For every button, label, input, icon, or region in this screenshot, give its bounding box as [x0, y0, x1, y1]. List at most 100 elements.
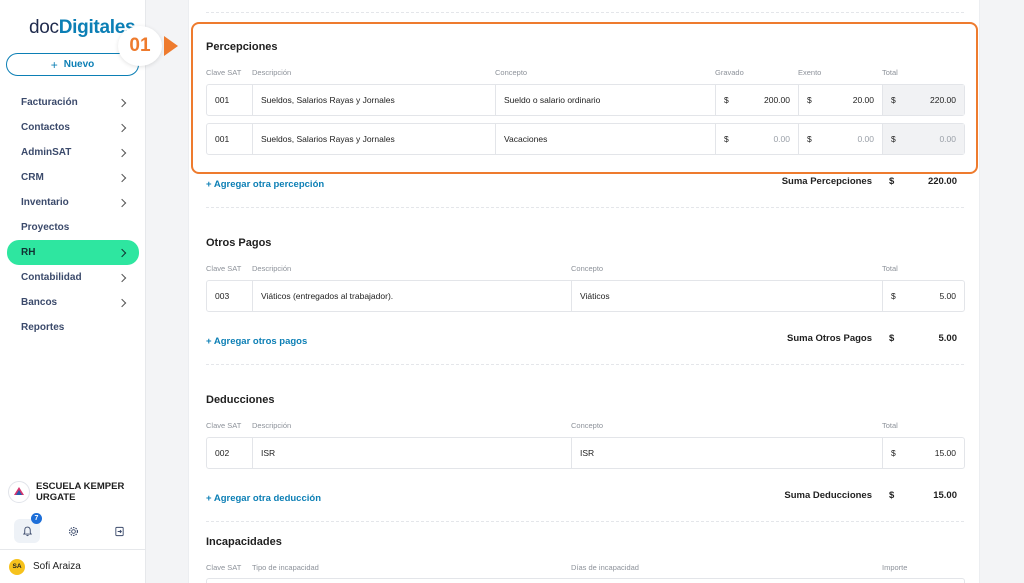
sidebar-item-facturacion[interactable]: Facturación: [7, 90, 139, 115]
sidebar-item-label: Contabilidad: [21, 272, 82, 283]
concepto-cell[interactable]: ISR: [572, 438, 883, 468]
settings-gear-icon[interactable]: [60, 519, 86, 543]
col-tipo-incapacidad: Tipo de incapacidad: [252, 563, 319, 572]
col-concepto: Concepto: [495, 68, 528, 77]
total-cell: $220.00: [883, 85, 964, 115]
exento-input[interactable]: $0.00: [799, 124, 883, 154]
notifications-bell-icon[interactable]: 7: [14, 513, 42, 543]
add-percepcion-link[interactable]: + Agregar otra percepción: [206, 179, 324, 190]
new-button-label: Nuevo: [63, 59, 95, 70]
user-name: Sofi Araiza: [33, 561, 81, 572]
sidebar-item-label: Proyectos: [21, 222, 70, 233]
suma-percepciones-label: Suma Percepciones: [781, 176, 872, 187]
sidebar-item-label: Facturación: [21, 97, 78, 108]
organization[interactable]: ESCUELA KEMPER URGATE: [8, 481, 140, 503]
col-clave-sat: Clave SAT: [206, 421, 242, 430]
sidebar-item-adminsat[interactable]: AdminSAT: [7, 140, 139, 165]
total-input[interactable]: $15.00: [883, 438, 964, 468]
suma-percepciones-value: 220.00: [927, 176, 957, 187]
suma-percepciones-currency: $: [889, 176, 895, 187]
sidebar-item-contactos[interactable]: Contactos: [7, 115, 139, 140]
main-content: Percepciones Clave SAT Descripción Conce…: [188, 0, 980, 583]
incapacidades-title: Incapacidades: [206, 536, 282, 548]
col-total: Total: [882, 68, 898, 77]
sidebar-item-bancos[interactable]: Bancos: [7, 290, 139, 315]
chevron-right-icon: [117, 148, 127, 157]
sidebar-item-contabilidad[interactable]: Contabilidad: [7, 265, 139, 290]
divider: [206, 521, 964, 522]
table-row: 001 Sueldos, Salarios Rayas y Jornales V…: [206, 123, 965, 155]
col-concepto: Concepto: [571, 264, 604, 273]
concepto-cell[interactable]: Viáticos: [572, 281, 883, 311]
sidebar-item-inventario[interactable]: Inventario: [7, 190, 139, 215]
suma-deducciones-currency: $: [889, 490, 895, 501]
app-logo[interactable]: docDigitales: [29, 17, 136, 39]
divider: [206, 12, 964, 13]
clave-cell[interactable]: 001: [207, 85, 253, 115]
descripcion-cell[interactable]: Sueldos, Salarios Rayas y Jornales: [253, 124, 496, 154]
total-cell: $0.00: [883, 124, 964, 154]
table-row: 002 ISR ISR $15.00: [206, 437, 965, 469]
organization-name: ESCUELA KEMPER URGATE: [36, 481, 125, 503]
clave-cell[interactable]: 001: [207, 124, 253, 154]
sidebar-item-rh[interactable]: RH: [7, 240, 139, 265]
suma-otros-pagos-label: Suma Otros Pagos: [787, 333, 872, 344]
chevron-right-icon: [117, 98, 127, 107]
chevron-right-icon: [117, 298, 127, 307]
col-importe: Importe: [882, 563, 908, 572]
clave-cell[interactable]: 003: [207, 281, 253, 311]
col-descripcion: Descripción: [252, 68, 292, 77]
sidebar-item-label: AdminSAT: [21, 147, 72, 158]
descripcion-cell[interactable]: Sueldos, Salarios Rayas y Jornales: [253, 85, 496, 115]
divider: [206, 364, 964, 365]
sidebar-item-label: Contactos: [21, 122, 70, 133]
callout-arrow-icon: [164, 36, 178, 56]
logout-icon[interactable]: [106, 519, 132, 543]
new-button[interactable]: + Nuevo: [6, 53, 139, 76]
gravado-input[interactable]: $200.00: [716, 85, 799, 115]
chevron-right-icon: [117, 198, 127, 207]
exento-input[interactable]: $20.00: [799, 85, 883, 115]
suma-otros-pagos-currency: $: [889, 333, 895, 344]
sidebar-item-proyectos[interactable]: Proyectos: [7, 215, 139, 240]
table-row: 003 Viáticos (entregados al trabajador).…: [206, 280, 965, 312]
plus-icon: +: [50, 57, 58, 72]
sidebar-item-label: RH: [21, 247, 36, 258]
sidebar-actions: 7: [14, 513, 132, 543]
suma-deducciones-value: 15.00: [933, 490, 957, 501]
chevron-right-icon: [117, 123, 127, 132]
concepto-cell[interactable]: Sueldo o salario ordinario: [496, 85, 716, 115]
user-profile[interactable]: SA Sofi Araiza: [0, 549, 146, 583]
sidebar-nav: Facturación Contactos AdminSAT CRM Inventari…: [0, 90, 146, 340]
col-total: Total: [882, 264, 898, 273]
descripcion-cell[interactable]: Viáticos (entregados al trabajador).: [253, 281, 572, 311]
organization-logo-icon: [8, 481, 30, 503]
suma-deducciones-label: Suma Deducciones: [784, 490, 872, 501]
gravado-input[interactable]: $0.00: [716, 124, 799, 154]
col-descripcion: Descripción: [252, 264, 292, 273]
add-deduccion-link[interactable]: + Agregar otra deducción: [206, 493, 321, 504]
notifications-count-badge: 7: [31, 513, 42, 524]
col-gravado: Gravado: [715, 68, 744, 77]
col-total: Total: [882, 421, 898, 430]
descripcion-cell[interactable]: ISR: [253, 438, 572, 468]
clave-cell[interactable]: 002: [207, 438, 253, 468]
sidebar: docDigitales + Nuevo Facturación Contacto…: [0, 0, 146, 583]
sidebar-item-label: CRM: [21, 172, 44, 183]
sidebar-item-label: Inventario: [21, 197, 69, 208]
percepciones-title: Percepciones: [206, 41, 278, 53]
chevron-right-icon: [117, 273, 127, 282]
total-input[interactable]: $5.00: [883, 281, 964, 311]
sidebar-item-crm[interactable]: CRM: [7, 165, 139, 190]
sidebar-item-reportes[interactable]: Reportes: [7, 315, 139, 340]
concepto-cell[interactable]: Vacaciones: [496, 124, 716, 154]
otros-pagos-title: Otros Pagos: [206, 237, 272, 249]
table-row: [206, 578, 965, 583]
chevron-right-icon: [117, 248, 127, 257]
divider: [206, 207, 964, 208]
col-clave-sat: Clave SAT: [206, 68, 242, 77]
sidebar-item-label: Reportes: [21, 322, 65, 333]
step-callout: 01: [118, 26, 162, 66]
col-clave-sat: Clave SAT: [206, 264, 242, 273]
add-otros-pagos-link[interactable]: + Agregar otros pagos: [206, 336, 307, 347]
